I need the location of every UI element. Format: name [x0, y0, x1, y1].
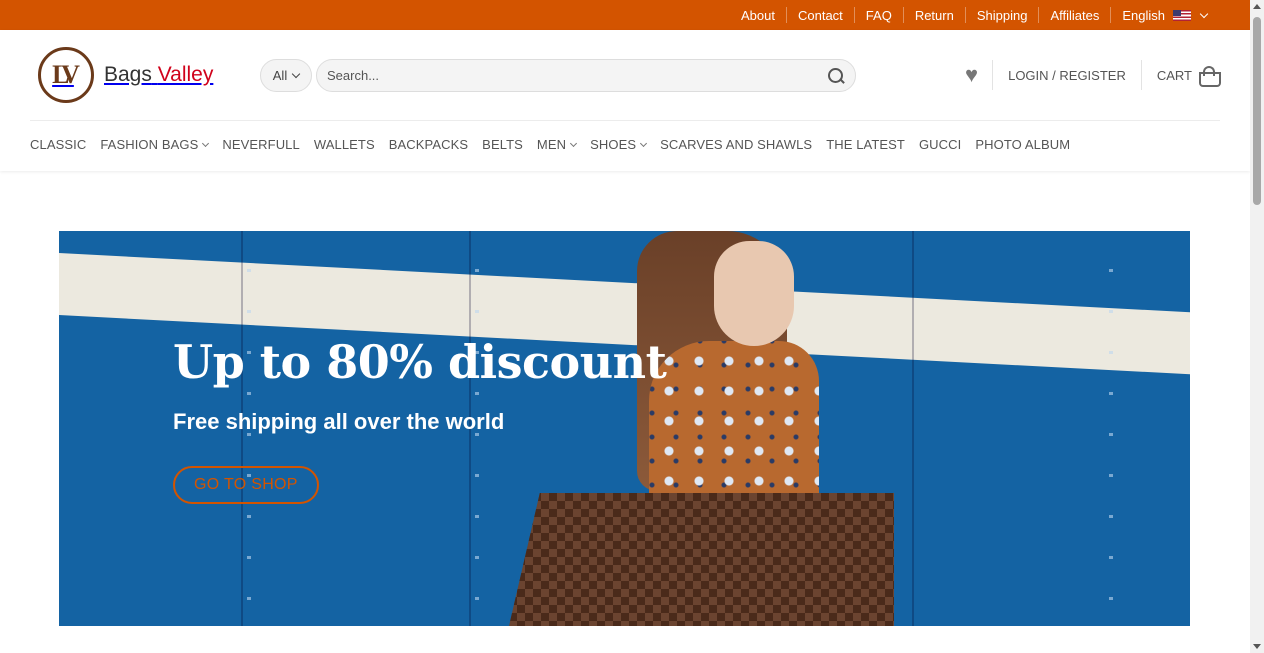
chevron-down-icon: [1199, 9, 1209, 18]
cart-label: CART: [1156, 67, 1192, 83]
topbar-link-contact[interactable]: Contact: [787, 7, 854, 23]
logo-word-valley: Valley: [157, 63, 214, 86]
heart-icon[interactable]: ♥: [951, 62, 992, 88]
search-input[interactable]: [327, 68, 827, 83]
topbar-link-return[interactable]: Return: [904, 7, 965, 23]
nav-item-wallets[interactable]: WALLETS: [314, 137, 375, 152]
nav-item-label: FASHION BAGS: [100, 137, 199, 152]
chevron-down-icon: [202, 139, 210, 147]
logo-word-bags: Bags: [104, 63, 152, 86]
site-header: LV Bags Valley All ♥ LOGIN / REGISTER CA…: [0, 30, 1250, 171]
chevron-down-icon: [291, 69, 301, 79]
nav-item-neverfull[interactable]: NEVERFULL: [222, 137, 299, 152]
us-flag-icon: [1173, 9, 1191, 21]
cart-button[interactable]: CART: [1142, 66, 1221, 87]
main-nav: CLASSIC FASHION BAGS NEVERFULL WALLETS B…: [30, 137, 1084, 152]
topbar-link-shipping[interactable]: Shipping: [966, 7, 1039, 23]
nav-item-backpacks[interactable]: BACKPACKS: [389, 137, 468, 152]
nav-item-label: SHOES: [590, 137, 637, 152]
header-actions: ♥ LOGIN / REGISTER CART: [951, 60, 1221, 90]
hero-title: Up to 80% discount: [173, 335, 667, 389]
nav-item-label: BACKPACKS: [388, 137, 469, 152]
nav-item-label: NEVERFULL: [222, 137, 300, 152]
language-label: English: [1122, 7, 1165, 23]
topbar-link-faq[interactable]: FAQ: [855, 7, 903, 23]
nav-item-label: THE LATEST: [826, 137, 905, 152]
nav-item-fashion-bags[interactable]: FASHION BAGS: [100, 137, 210, 152]
header-divider: [30, 120, 1220, 121]
nav-item-label: GUCCI: [918, 137, 962, 152]
nav-item-label: CLASSIC: [30, 137, 87, 152]
hero-content: Up to 80% discount Free shipping all ove…: [173, 335, 667, 504]
scrollbar[interactable]: [1250, 0, 1264, 653]
basket-icon: [1198, 66, 1221, 87]
nav-item-the-latest[interactable]: THE LATEST: [826, 137, 905, 152]
hero-subtitle: Free shipping all over the world: [173, 409, 505, 434]
nav-item-shoes[interactable]: SHOES: [590, 137, 648, 152]
scroll-up-arrow-icon[interactable]: [1253, 4, 1261, 9]
go-to-shop-button[interactable]: GO TO SHOP: [173, 466, 319, 504]
nav-item-gucci[interactable]: GUCCI: [919, 137, 961, 152]
search-box: [316, 59, 856, 92]
chevron-down-icon: [640, 139, 648, 147]
top-bar: About Contact FAQ Return Shipping Affili…: [0, 0, 1250, 30]
model-face: [714, 241, 794, 346]
page: About Contact FAQ Return Shipping Affili…: [0, 0, 1264, 653]
nav-item-men[interactable]: MEN: [536, 137, 578, 152]
nav-item-belts[interactable]: BELTS: [482, 137, 523, 152]
topbar-link-affiliates[interactable]: Affiliates: [1039, 7, 1110, 23]
nav-item-label: PHOTO ALBUM: [975, 137, 1071, 152]
nav-item-label: BELTS: [482, 137, 523, 152]
nav-item-scarves-and-shawls[interactable]: SCARVES AND SHAWLS: [660, 137, 812, 152]
login-register-link[interactable]: LOGIN / REGISTER: [993, 68, 1141, 83]
scroll-down-arrow-icon[interactable]: [1253, 644, 1261, 649]
search-icon[interactable]: [827, 67, 845, 85]
hero-panel-seam: [912, 231, 914, 626]
nav-item-classic[interactable]: CLASSIC: [30, 137, 86, 152]
nav-item-label: WALLETS: [313, 137, 375, 152]
site-logo[interactable]: LV Bags Valley: [38, 47, 213, 103]
logo-text: Bags Valley: [104, 63, 213, 87]
nav-item-photo-album[interactable]: PHOTO ALBUM: [975, 137, 1070, 152]
category-select-value: All: [272, 68, 288, 83]
nav-item-label: MEN: [536, 137, 567, 152]
chevron-down-icon: [570, 139, 578, 147]
topbar-link-about[interactable]: About: [730, 7, 786, 23]
nav-item-label: SCARVES AND SHAWLS: [660, 137, 813, 152]
scrollbar-thumb[interactable]: [1253, 17, 1261, 205]
category-select[interactable]: All: [260, 59, 312, 92]
hero-bag-image: [509, 493, 894, 626]
hero-rivets: [1109, 231, 1113, 626]
logo-monogram: LV: [38, 47, 94, 103]
hero-banner: Up to 80% discount Free shipping all ove…: [59, 231, 1190, 626]
language-switcher[interactable]: English: [1111, 7, 1218, 23]
